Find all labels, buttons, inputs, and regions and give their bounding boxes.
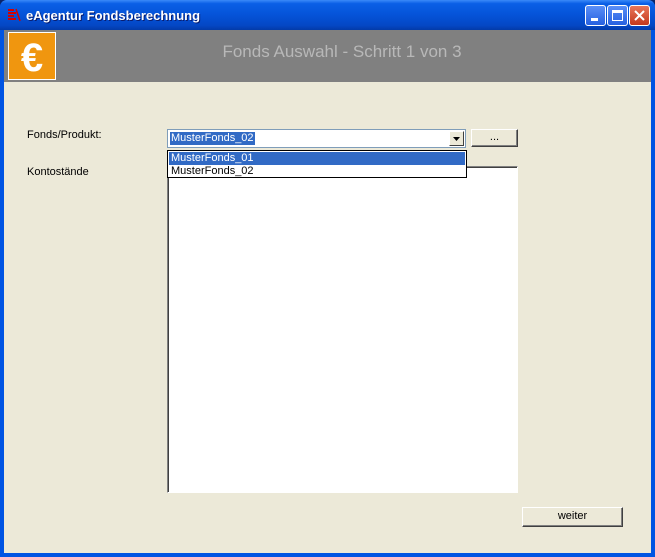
app-window: eAgentur Fondsberechnung € Fonds Auswahl… xyxy=(0,0,655,557)
close-icon xyxy=(634,10,645,21)
close-button[interactable] xyxy=(629,5,650,26)
window-title: eAgentur Fondsberechnung xyxy=(26,8,201,23)
kontostaende-label: Kontostände xyxy=(27,166,89,178)
dropdown-arrow-button[interactable] xyxy=(449,131,464,146)
browse-button[interactable]: ... xyxy=(471,129,518,147)
maximize-icon xyxy=(612,10,623,21)
chevron-down-icon xyxy=(453,137,460,141)
dropdown-option-musterfonds-02[interactable]: MusterFonds_02 xyxy=(169,165,465,178)
minimize-button[interactable] xyxy=(585,5,606,26)
kontostaende-list[interactable] xyxy=(167,166,518,493)
minimize-icon xyxy=(591,18,598,21)
weiter-button[interactable]: weiter xyxy=(522,507,623,527)
app-icon[interactable] xyxy=(6,7,22,23)
fonds-select-value: MusterFonds_02 xyxy=(170,132,255,145)
fonds-dropdown-list: MusterFonds_01 MusterFonds_02 xyxy=(167,150,467,178)
header-banner: € Fonds Auswahl - Schritt 1 von 3 xyxy=(4,30,651,82)
step-title: Fonds Auswahl - Schritt 1 von 3 xyxy=(222,42,462,61)
maximize-button[interactable] xyxy=(607,5,628,26)
fonds-label: Fonds/Produkt: xyxy=(27,129,102,141)
client-area: € Fonds Auswahl - Schritt 1 von 3 Fonds/… xyxy=(4,30,651,553)
fonds-select[interactable]: MusterFonds_02 xyxy=(167,129,466,148)
dropdown-option-musterfonds-01[interactable]: MusterFonds_01 xyxy=(169,152,465,165)
title-bar[interactable]: eAgentur Fondsberechnung xyxy=(0,0,655,30)
